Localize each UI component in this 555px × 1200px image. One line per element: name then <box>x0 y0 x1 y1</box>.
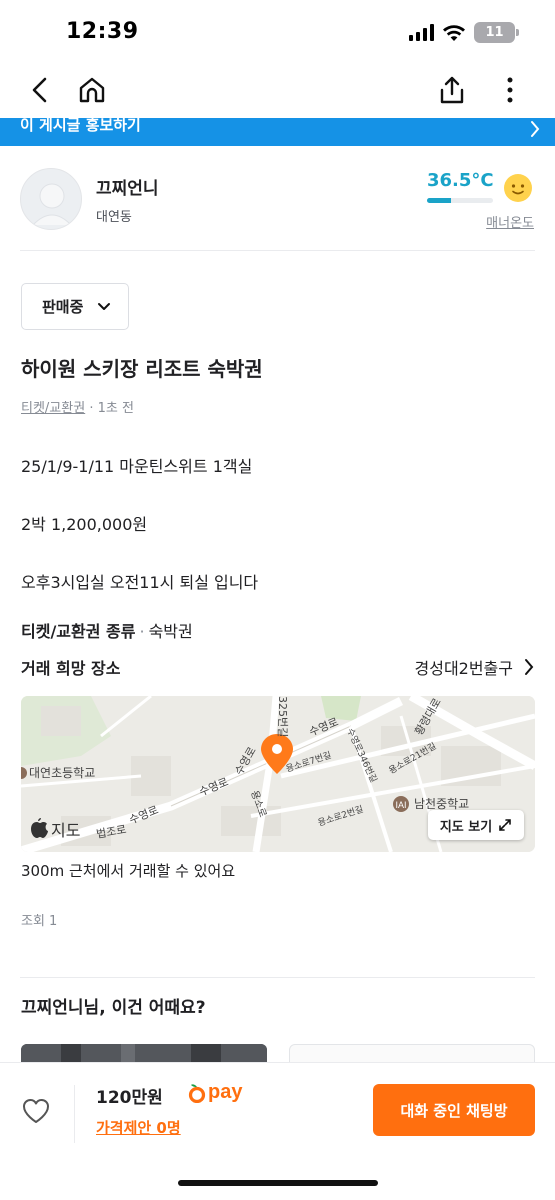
description-line: 오후3시입실 오전11시 퇴실 입니다 <box>21 573 259 592</box>
sale-status-dropdown[interactable]: 판매중 <box>21 283 129 330</box>
map-watermark: 지도 <box>51 821 80 840</box>
trade-place-map[interactable]: IAI 대연초등학교 남천중학교 지도 수영로 수영로 수영로 수영로 용소로 … <box>21 696 535 852</box>
divider <box>20 977 535 978</box>
manner-temperature: 36.5°C <box>427 170 494 191</box>
spec-value: 숙박권 <box>148 622 193 641</box>
avatar[interactable] <box>20 168 82 230</box>
signal-icon <box>409 24 434 41</box>
temperature-bar <box>427 198 493 203</box>
view-count: 조회 1 <box>21 914 58 929</box>
manner-temperature-link[interactable]: 매너온도 <box>486 212 534 231</box>
trade-place-row[interactable]: 거래 희망 장소 경성대2번출구 <box>21 655 535 679</box>
nav-bar <box>0 62 555 118</box>
default-avatar-icon <box>32 183 72 226</box>
chat-rooms-button[interactable]: 대화 중인 채팅방 <box>373 1084 535 1136</box>
battery-icon: 11 <box>474 22 519 43</box>
expand-icon <box>499 819 511 831</box>
status-icons: 11 <box>409 22 519 43</box>
description-line: 2박 1,200,000원 <box>21 515 148 534</box>
smile-face-icon <box>504 174 532 202</box>
vertical-divider <box>74 1085 75 1143</box>
view-map-label: 지도 보기 <box>439 819 493 835</box>
spec-separator: · <box>139 622 145 641</box>
more-menu-button[interactable] <box>490 70 530 110</box>
home-button[interactable] <box>72 70 112 110</box>
share-button[interactable] <box>432 70 472 110</box>
price-offer-link[interactable]: 가격제안 0명 <box>96 1117 181 1138</box>
recommend-card-image <box>21 1044 267 1064</box>
home-indicator <box>178 1180 378 1186</box>
item-spec: 티켓/교환권 종류 · 숙박권 <box>21 618 193 642</box>
pay-label: pay <box>208 1081 243 1103</box>
back-button[interactable] <box>20 70 60 110</box>
svg-text:IAI: IAI <box>395 800 406 810</box>
promote-post-banner[interactable]: 이 게시글 홍보하기 <box>0 118 555 146</box>
temperature-bar-fill <box>427 198 452 203</box>
back-arrow-icon <box>32 77 47 103</box>
map-label-school2: 남천중학교 <box>414 796 469 811</box>
recommend-title: 끄찌언니님, 이건 어때요? <box>21 998 206 1018</box>
category-link[interactable]: 티켓/교환권 <box>21 401 85 416</box>
listing-title: 하이원 스키장 리조트 숙박권 <box>21 357 263 381</box>
seller-profile[interactable]: 끄찌언니 대연동 36.5°C 매너온도 <box>0 162 555 250</box>
recommend-card[interactable] <box>21 1044 267 1064</box>
recommend-card[interactable] <box>289 1044 535 1064</box>
share-icon <box>440 76 464 104</box>
divider <box>20 250 535 251</box>
chevron-down-icon <box>98 302 111 310</box>
status-bar: 12:39 11 <box>0 0 555 62</box>
pay-badge: pay <box>188 1081 242 1104</box>
chevron-right-icon <box>531 121 540 137</box>
map-label-school1: 대연초등학교 <box>29 766 95 780</box>
wifi-icon <box>443 24 465 41</box>
trade-place-value[interactable]: 경성대2번출구 <box>415 655 514 679</box>
more-vertical-icon <box>507 77 513 103</box>
view-map-button[interactable]: 지도 보기 <box>428 810 524 840</box>
item-price: 120만원 <box>96 1088 163 1108</box>
spec-key: 티켓/교환권 종류 <box>21 622 136 641</box>
seller-name[interactable]: 끄찌언니 <box>96 174 159 199</box>
status-time: 12:39 <box>66 19 139 44</box>
trade-place-label: 거래 희망 장소 <box>21 659 121 678</box>
pay-logo-icon <box>188 1083 206 1103</box>
meta-separator: · <box>89 401 98 416</box>
near-trade-text: 300m 근처에서 거래할 수 있어요 <box>21 862 236 880</box>
promo-text: 이 게시글 홍보하기 <box>20 118 141 134</box>
home-icon <box>79 77 105 103</box>
sale-status-value: 판매중 <box>42 298 84 316</box>
heart-icon[interactable] <box>20 1095 52 1127</box>
listing-meta: 티켓/교환권 · 1초 전 <box>21 397 134 416</box>
map-label-road: 325번길 <box>276 696 289 737</box>
chevron-right-icon <box>525 659 534 675</box>
time-ago: 1초 전 <box>97 401 134 416</box>
description-line: 25/1/9-1/11 마운틴스위트 1객실 <box>21 457 253 476</box>
seller-region: 대연동 <box>96 210 132 225</box>
